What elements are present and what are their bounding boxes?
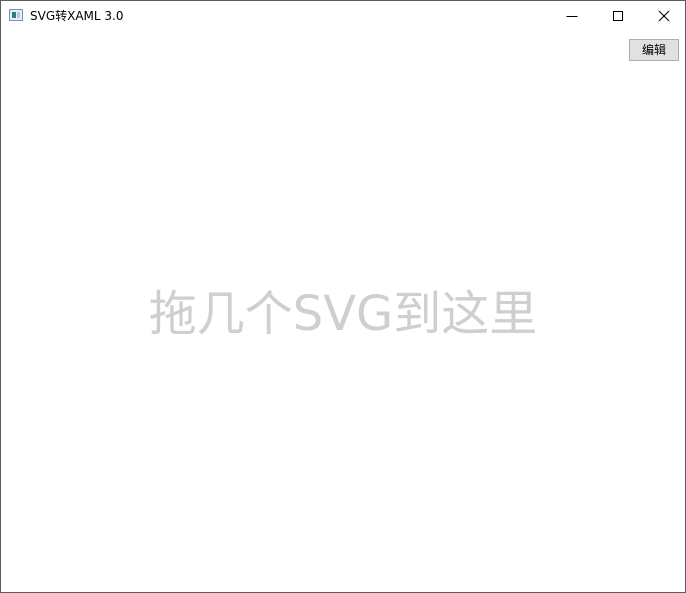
minimize-button[interactable] — [549, 1, 595, 31]
app-icon — [9, 9, 23, 21]
edit-button[interactable]: 编辑 — [629, 39, 679, 61]
maximize-button[interactable] — [595, 1, 641, 31]
window-title: SVG转XAML 3.0 — [30, 9, 124, 23]
title-bar[interactable]: SVG转XAML 3.0 — [1, 1, 685, 31]
drop-zone-hint: 拖几个SVG到这里 — [148, 286, 538, 342]
close-button[interactable] — [641, 1, 685, 31]
close-icon — [658, 10, 670, 22]
maximize-icon — [613, 11, 623, 21]
app-window: SVG转XAML 3.0 编辑 拖几个SVG到这里 — [0, 0, 686, 593]
minimize-icon — [566, 16, 578, 17]
